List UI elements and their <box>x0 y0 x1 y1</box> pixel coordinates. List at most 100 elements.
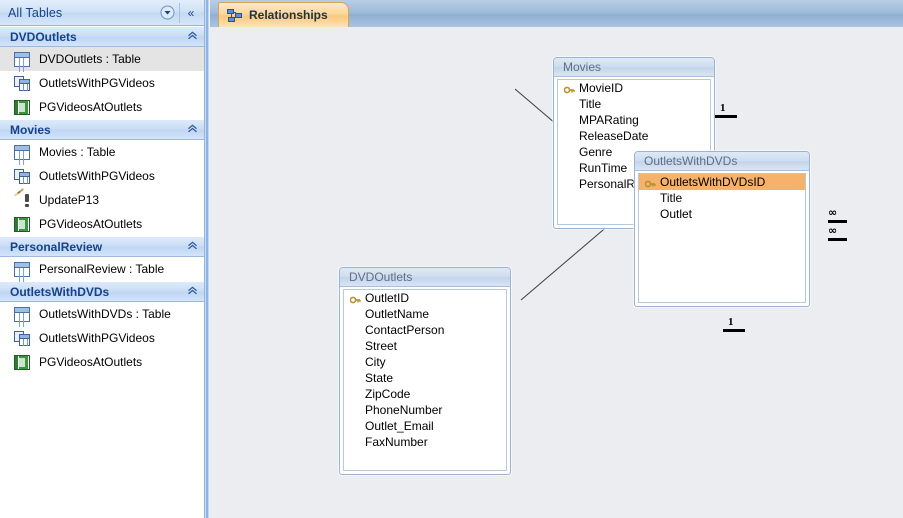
nav-item-label: OutletsWithPGVideos <box>39 169 155 183</box>
field-row[interactable]: OutletID <box>344 290 506 306</box>
table-icon <box>14 306 30 322</box>
field-name: ZipCode <box>365 387 411 401</box>
chevron-up-icon[interactable] <box>187 123 198 136</box>
field-row[interactable]: OutletsWithDVDsID <box>639 174 805 190</box>
navigation-group-list: DVDOutlets DVDOutlets : Table OutletsWithP… <box>0 26 204 374</box>
nav-group-title: Movies <box>10 122 51 137</box>
field-row[interactable]: MovieID <box>558 80 710 96</box>
tab-relationships[interactable]: Relationships <box>218 2 349 27</box>
navigation-pane: All Tables « DVDOutlets DVDOutlets : Tabl… <box>0 0 205 518</box>
navigation-pane-header: All Tables « <box>0 0 204 26</box>
nav-item-label: PGVideosAtOutlets <box>39 217 143 231</box>
relationships-icon <box>227 8 242 22</box>
nav-item-pgvideosatoutlets[interactable]: PGVideosAtOutlets <box>0 212 204 236</box>
table-box-title[interactable]: Movies <box>554 58 714 77</box>
key-slot <box>348 294 363 303</box>
field-row[interactable]: ZipCode <box>344 386 506 402</box>
cardinality-glyph: 1 <box>720 102 726 114</box>
field-row[interactable]: ReleaseDate <box>558 128 710 144</box>
field-row[interactable]: Title <box>639 190 805 206</box>
double-chevron-left-icon[interactable]: « <box>179 2 202 23</box>
table-box-dvdoutlets[interactable]: DVDOutlets OutletID OutletName ContactPerso… <box>339 267 511 475</box>
field-row[interactable]: City <box>344 354 506 370</box>
report-icon <box>14 99 30 115</box>
table-box-title[interactable]: DVDOutlets <box>340 268 510 287</box>
field-row[interactable]: PhoneNumber <box>344 402 506 418</box>
field-name: City <box>365 355 386 369</box>
nav-item-pgvideosatoutlets[interactable]: PGVideosAtOutlets <box>0 350 204 374</box>
cardinality-many-marker: ∞ <box>828 225 847 241</box>
field-row[interactable]: State <box>344 370 506 386</box>
marker-bar <box>723 329 745 332</box>
field-row[interactable]: MPARating <box>558 112 710 128</box>
navigation-pane-title: All Tables <box>8 5 63 20</box>
nav-group-header[interactable]: PersonalReview <box>0 236 204 257</box>
primary-key-icon <box>563 84 575 93</box>
nav-group-header[interactable]: OutletsWithDVDs <box>0 281 204 302</box>
table-icon <box>14 144 30 160</box>
query-icon <box>14 330 30 346</box>
field-row[interactable]: Outlet <box>639 206 805 222</box>
key-slot <box>643 178 658 187</box>
nav-item-label: OutletsWithPGVideos <box>39 76 155 90</box>
cardinality-one-marker: 1 <box>723 317 745 332</box>
nav-item-personalreview-table[interactable]: PersonalReview : Table <box>0 257 204 281</box>
document-tab-strip: Relationships <box>210 0 903 28</box>
field-name: Title <box>660 191 683 205</box>
report-icon <box>14 354 30 370</box>
field-row[interactable]: Title <box>558 96 710 112</box>
chevron-down-icon[interactable] <box>157 3 177 23</box>
nav-group-header[interactable]: Movies <box>0 119 204 140</box>
nav-item-updatep13[interactable]: UpdateP13 <box>0 187 204 212</box>
table-field-list: OutletsWithDVDsID Title Outlet <box>638 173 806 303</box>
marker-bar <box>715 115 737 118</box>
field-row[interactable]: FaxNumber <box>344 434 506 450</box>
query-icon <box>14 168 30 184</box>
table-box-title[interactable]: OutletsWithDVDs <box>635 152 809 171</box>
nav-item-outletswithpgvideos[interactable]: OutletsWithPGVideos <box>0 326 204 350</box>
field-name: ReleaseDate <box>579 129 649 143</box>
update-query-icon <box>14 187 30 208</box>
nav-item-label: DVDOutlets : Table <box>39 52 141 66</box>
field-row[interactable]: ContactPerson <box>344 322 506 338</box>
cardinality-glyph: 1 <box>728 316 734 328</box>
document-area: Relationships Movies MovieID Title MPARatin… <box>210 0 903 518</box>
chevron-up-icon[interactable] <box>187 30 198 43</box>
table-box-outletswithdvds[interactable]: OutletsWithDVDs OutletsWithDVDsID Title Out… <box>634 151 810 307</box>
field-name: State <box>365 371 394 385</box>
nav-item-label: PGVideosAtOutlets <box>39 100 143 114</box>
nav-group-title: OutletsWithDVDs <box>10 284 110 299</box>
cardinality-glyph: ∞ <box>828 206 837 219</box>
tab-label: Relationships <box>249 8 328 22</box>
nav-item-label: OutletsWithPGVideos <box>39 331 155 345</box>
cardinality-many-marker: ∞ <box>828 207 847 223</box>
field-name: MPARating <box>579 113 639 127</box>
field-row[interactable]: OutletName <box>344 306 506 322</box>
nav-item-movies-table[interactable]: Movies : Table <box>0 140 204 164</box>
marker-bar <box>828 220 847 223</box>
field-row[interactable]: Outlet_Email <box>344 418 506 434</box>
field-name: OutletsWithDVDsID <box>660 175 766 189</box>
field-name: Street <box>365 339 398 353</box>
nav-item-label: PGVideosAtOutlets <box>39 355 143 369</box>
nav-item-label: PersonalReview : Table <box>39 262 165 276</box>
field-name: Genre <box>579 145 613 159</box>
table-field-list: OutletID OutletName ContactPerson Street Cit… <box>343 289 507 471</box>
nav-item-pgvideosatoutlets[interactable]: PGVideosAtOutlets <box>0 95 204 119</box>
relationships-canvas[interactable]: Movies MovieID Title MPARating ReleaseDate Ge… <box>210 27 903 518</box>
table-icon <box>14 51 30 67</box>
primary-key-icon <box>644 178 656 187</box>
field-row[interactable]: Street <box>344 338 506 354</box>
nav-item-dvdoutlets-table[interactable]: DVDOutlets : Table <box>0 47 204 71</box>
nav-item-outletswithdvds-table[interactable]: OutletsWithDVDs : Table <box>0 302 204 326</box>
nav-item-outletswithpgvideos[interactable]: OutletsWithPGVideos <box>0 164 204 188</box>
marker-bar <box>828 238 847 241</box>
report-icon <box>14 216 30 232</box>
field-name: Outlet <box>660 207 693 221</box>
nav-item-outletswithpgvideos[interactable]: OutletsWithPGVideos <box>0 71 204 95</box>
chevron-up-icon[interactable] <box>187 240 198 253</box>
access-relationships-window: All Tables « DVDOutlets DVDOutlets : Tabl… <box>0 0 903 518</box>
primary-key-icon <box>349 294 361 303</box>
chevron-up-icon[interactable] <box>187 285 198 298</box>
nav-group-header[interactable]: DVDOutlets <box>0 26 204 47</box>
